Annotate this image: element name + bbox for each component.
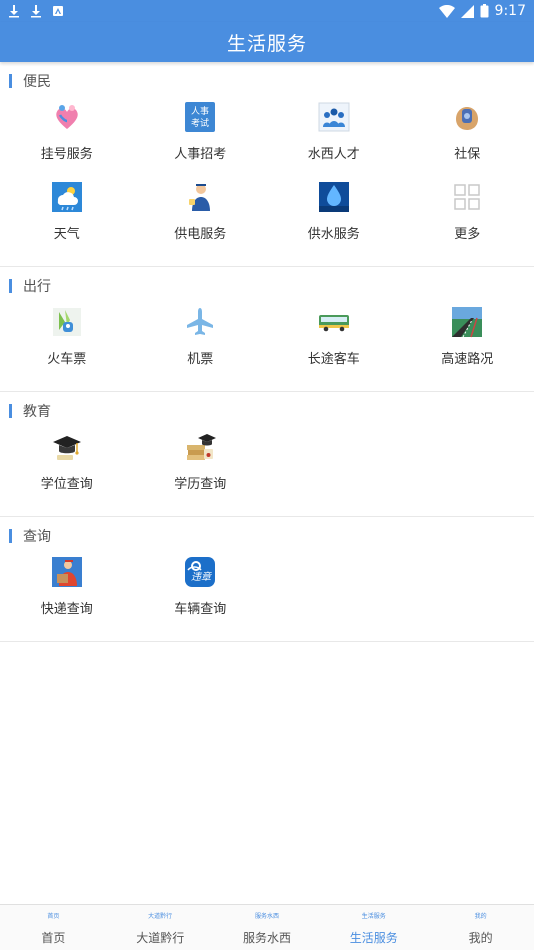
service-train-ticket[interactable]: 火车票: [0, 305, 134, 385]
service-label: 天气: [53, 227, 80, 242]
section-header: 便民: [0, 62, 534, 100]
service-social-security[interactable]: 社保: [401, 100, 534, 180]
train-ticket-icon: [50, 305, 84, 339]
service-power[interactable]: 供电服务: [134, 180, 268, 260]
service-weather[interactable]: 天气: [0, 180, 134, 260]
tab-life-service[interactable]: 生活服务 生活服务: [320, 905, 427, 950]
tab-label: 我的: [468, 931, 493, 945]
section-query: 查询 快递查询 违章 车辆查询: [0, 517, 534, 642]
main-content: 便民 挂号服务 人事 考试 人事招考 水西人才 社保 天气 供电服务 供水服务 …: [0, 62, 534, 642]
svg-text:考试: 考试: [191, 117, 209, 129]
section-title: 查询: [23, 529, 51, 545]
section-header: 出行: [0, 267, 534, 305]
service-label: 供电服务: [174, 227, 227, 242]
app-bar: 生活服务: [0, 22, 534, 62]
service-degree-query[interactable]: 学位查询: [0, 430, 134, 510]
service-diploma-query[interactable]: 学历查询: [134, 430, 268, 510]
service-icon: 服务水西: [254, 912, 279, 920]
service-label: 水西人才: [307, 147, 360, 162]
service-express-query[interactable]: 快递查询: [0, 555, 134, 635]
vehicle-violation-icon: 违章: [183, 555, 217, 589]
download-icon: [9, 5, 19, 18]
section-travel: 出行 火车票 机票 长途客车 高速路况: [0, 267, 534, 392]
status-time: 9:17: [494, 3, 526, 19]
service-label: 火车票: [47, 352, 87, 367]
tab-service-shuixi[interactable]: 服务水西 服务水西: [214, 905, 321, 950]
notification-a-icon: [53, 6, 63, 16]
life-service-icon: 生活服务: [361, 912, 386, 920]
service-talent[interactable]: 水西人才: [267, 100, 401, 180]
service-label: 供水服务: [307, 227, 360, 242]
tab-label: 生活服务: [349, 931, 398, 945]
tab-label: 首页: [41, 931, 66, 945]
more-grid-icon: [450, 180, 484, 214]
tab-home[interactable]: 首页 首页: [0, 905, 107, 950]
profile-icon: 我的: [474, 912, 487, 920]
section-accent-bar: [9, 404, 12, 418]
download-icon: [31, 5, 41, 18]
dadao-icon: 大道黔行: [148, 912, 173, 920]
section-title: 便民: [23, 74, 51, 90]
service-label: 车辆查询: [174, 602, 227, 617]
service-label: 人事招考: [174, 147, 227, 162]
service-water[interactable]: 供水服务: [267, 180, 401, 260]
section-accent-bar: [9, 279, 12, 293]
wifi-icon: [438, 4, 455, 18]
status-bar: 9:17: [0, 0, 534, 22]
service-coach[interactable]: 长途客车: [267, 305, 401, 385]
service-label: 学历查询: [174, 477, 227, 492]
svg-text:人事: 人事: [191, 105, 209, 117]
tab-label: 服务水西: [242, 931, 291, 945]
service-vehicle-query[interactable]: 违章 车辆查询: [134, 555, 268, 635]
home-icon: 首页: [47, 912, 60, 920]
service-label: 高速路况: [441, 352, 494, 367]
service-airplane-ticket[interactable]: 机票: [134, 305, 268, 385]
section-accent-bar: [9, 529, 12, 543]
service-label: 长途客车: [307, 352, 360, 367]
section-title: 出行: [23, 279, 51, 295]
section-title: 教育: [23, 404, 51, 420]
signal-icon: [460, 4, 474, 18]
graduation-cap-icon: [50, 430, 84, 464]
service-label: 社保: [454, 147, 481, 162]
section-convenience: 便民 挂号服务 人事 考试 人事招考 水西人才 社保 天气 供电服务 供水服务 …: [0, 62, 534, 267]
diploma-icon: [183, 430, 217, 464]
battery-icon: [480, 4, 489, 18]
page-title: 生活服务: [226, 32, 307, 55]
service-highway[interactable]: 高速路况: [401, 305, 534, 385]
service-registration[interactable]: 挂号服务: [0, 100, 134, 180]
svg-text:违章: 违章: [191, 571, 212, 583]
service-label: 更多: [454, 227, 481, 242]
section-header: 查询: [0, 517, 534, 555]
section-accent-bar: [9, 74, 12, 88]
water-service-icon: [317, 180, 351, 214]
weather-icon: [50, 180, 84, 214]
bus-icon: [317, 305, 351, 339]
tab-label: 大道黔行: [136, 931, 185, 945]
express-delivery-icon: [50, 555, 84, 589]
power-service-icon: [183, 180, 217, 214]
service-label: 学位查询: [40, 477, 93, 492]
airplane-icon: [183, 305, 217, 339]
hospital-registration-icon: [50, 100, 84, 134]
service-label: 快递查询: [40, 602, 93, 617]
talent-icon: [317, 100, 351, 134]
highway-icon: [450, 305, 484, 339]
section-education: 教育 学位查询 学历查询: [0, 392, 534, 517]
service-more[interactable]: 更多: [401, 180, 534, 260]
service-label: 挂号服务: [40, 147, 93, 162]
tab-mine[interactable]: 我的 我的: [427, 905, 534, 950]
personnel-exam-icon: 人事 考试: [183, 100, 217, 134]
service-personnel-exam[interactable]: 人事 考试 人事招考: [134, 100, 268, 180]
bottom-tab-bar: 首页 首页 大道黔行 大道黔行 服务水西 服务水西 生活服务 生活服务 我的 我…: [0, 904, 534, 950]
tab-dadao-qianxing[interactable]: 大道黔行 大道黔行: [107, 905, 214, 950]
service-label: 机票: [187, 352, 214, 367]
social-security-icon: [450, 100, 484, 134]
section-header: 教育: [0, 392, 534, 430]
